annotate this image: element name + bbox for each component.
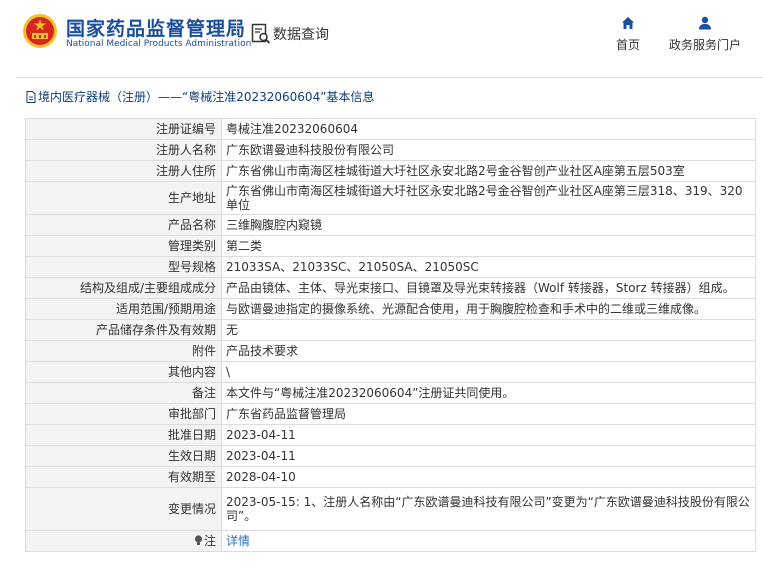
field-label: 有效期至 <box>25 466 222 488</box>
table-row: 产品储存条件及有效期无 <box>25 319 756 341</box>
detail-panel: 境内医疗器械（注册）——“粤械注准20232060604”基本信息 注册证编号粤… <box>16 77 763 573</box>
field-value: 产品由镜体、主体、导光束接口、目镜罩及导光束转接器（Wolf 转接器，Storz… <box>221 277 756 299</box>
field-label: 注册证编号 <box>25 118 222 140</box>
field-label: 备注 <box>25 382 222 404</box>
field-label: 生效日期 <box>25 445 222 467</box>
table-row: 型号规格 21033SA、21033SC、21050SA、21050SC <box>25 256 756 278</box>
breadcrumb: 境内医疗器械（注册）——“粤械注准20232060604”基本信息 <box>26 88 374 105</box>
field-value: 广东省药品监督管理局 <box>221 403 756 425</box>
field-value: 产品技术要求 <box>221 340 756 362</box>
field-value: 2023-04-11 <box>221 445 756 467</box>
field-label: 管理类别 <box>25 235 222 257</box>
field-label: 产品名称 <box>25 214 222 236</box>
field-label: 批准日期 <box>25 424 222 446</box>
field-label: 审批部门 <box>25 403 222 425</box>
field-label: 产品储存条件及有效期 <box>25 319 222 341</box>
document-icon <box>26 91 36 103</box>
note-value-cell: 详情 <box>221 530 756 552</box>
field-value: 2028-04-10 <box>221 466 756 488</box>
info-bulb-icon <box>194 535 203 545</box>
table-row: 备注 本文件与“粤械注准20232060604”注册证共同使用。 <box>25 382 756 404</box>
nav-service-portal[interactable]: 政务服务门户 <box>662 16 748 53</box>
home-icon <box>622 17 634 29</box>
table-row: 生产地址 广东省佛山市南海区桂城街道大圩社区永安北路2号金谷智创产业社区A座第三层… <box>25 181 756 215</box>
field-value: 广东省佛山市南海区桂城街道大圩社区永安北路2号金谷智创产业社区A座第五层503室 <box>221 160 756 182</box>
field-value: 无 <box>221 319 756 341</box>
field-value: 粤械注准20232060604 <box>221 118 756 140</box>
table-row: 附件 产品技术要求 <box>25 340 756 362</box>
data-query-title[interactable]: 数据查询 <box>273 24 329 44</box>
table-row: 生效日期 2023-04-11 <box>25 445 756 467</box>
data-query-icon <box>251 23 271 44</box>
table-row: 变更情况 2023-05-15: 1、注册人名称由“广东欧谱曼迪科技有限公司”变更… <box>25 487 756 531</box>
field-label: 其他内容 <box>25 361 222 383</box>
field-value: 与欧谱曼迪指定的摄像系统、光源配合使用，用于胸腹腔检查和手术中的二维或三维成像。 <box>221 298 756 320</box>
table-row: 注册人名称 广东欧谱曼迪科技股份有限公司 <box>25 139 756 161</box>
table-row: 有效期至 2028-04-10 <box>25 466 756 488</box>
emblem-icon <box>23 14 57 48</box>
user-icon <box>699 16 711 30</box>
field-value: 广东欧谱曼迪科技股份有限公司 <box>221 139 756 161</box>
field-value: 21033SA、21033SC、21050SA、21050SC <box>221 256 756 278</box>
registration-info-table: 注册证编号 粤械注准20232060604 注册人名称 广东欧谱曼迪科技股份有限公司注… <box>25 118 756 552</box>
table-row: 适用范围/预期用途 与欧谱曼迪指定的摄像系统、光源配合使用，用于胸腹腔检查和手术中… <box>25 298 756 320</box>
breadcrumb-text: 境内医疗器械（注册）——“粤械注准20232060604”基本信息 <box>38 90 375 104</box>
details-link[interactable]: 详情 <box>226 534 250 548</box>
note-label-cell: 注 <box>25 530 222 552</box>
site-logo-subtitle[interactable]: National Medical Products Administration <box>66 39 251 49</box>
field-value: 三维胸腹腔内窥镜 <box>221 214 756 236</box>
header-divider <box>236 19 237 47</box>
table-row: 其他内容 \ <box>25 361 756 383</box>
site-header: 国家药品监督管理局 National Medical Products Admi… <box>0 0 763 68</box>
field-label: 适用范围/预期用途 <box>25 298 222 320</box>
nav-home[interactable]: 首页 <box>607 16 649 53</box>
field-label: 变更情况 <box>25 487 222 531</box>
field-label: 附件 <box>25 340 222 362</box>
field-value: \ <box>221 361 756 383</box>
nav-service-portal-label: 政务服务门户 <box>668 38 741 52</box>
field-label: 结构及组成/主要组成成分 <box>25 277 222 299</box>
note-label: 注 <box>203 534 216 548</box>
field-label: 型号规格 <box>25 256 222 278</box>
table-row: 管理类别 第二类 <box>25 235 756 257</box>
table-row: 产品名称 三维胸腹腔内窥镜 <box>25 214 756 236</box>
field-value: 广东省佛山市南海区桂城街道大圩社区永安北路2号金谷智创产业社区A座第三层318、… <box>221 181 756 215</box>
field-label: 注册人住所 <box>25 160 222 182</box>
field-label: 生产地址 <box>25 181 222 215</box>
field-value: 2023-04-11 <box>221 424 756 446</box>
table-row: 审批部门 广东省药品监督管理局 <box>25 403 756 425</box>
site-logo-title[interactable]: 国家药品监督管理局 <box>66 14 246 41</box>
field-value: 本文件与“粤械注准20232060604”注册证共同使用。 <box>221 382 756 404</box>
table-row-note: 注详情 <box>25 530 756 552</box>
field-value: 2023-05-15: 1、注册人名称由“广东欧谱曼迪科技有限公司”变更为“广东… <box>221 487 756 531</box>
field-value: 第二类 <box>221 235 756 257</box>
table-row: 结构及组成/主要组成成分 产品由镜体、主体、导光束接口、目镜罩及导光束转接器（Wo… <box>25 277 756 299</box>
field-label: 注册人名称 <box>25 139 222 161</box>
table-row: 注册人住所 广东省佛山市南海区桂城街道大圩社区永安北路2号金谷智创产业社区A座第五… <box>25 160 756 182</box>
table-row: 批准日期 2023-04-11 <box>25 424 756 446</box>
table-row: 注册证编号 粤械注准20232060604 <box>25 118 756 140</box>
nav-home-label: 首页 <box>615 38 640 52</box>
